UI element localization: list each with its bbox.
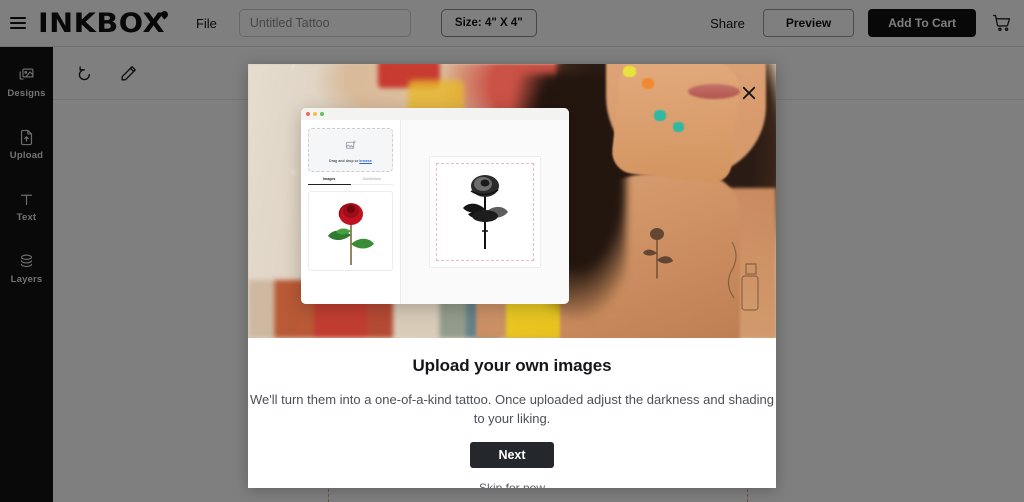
photo-fingernail bbox=[654, 110, 666, 121]
inner-window-body: Drag and drop or browse Images Guideline… bbox=[301, 120, 569, 304]
inner-dropzone: Drag and drop or browse bbox=[308, 128, 393, 172]
next-button[interactable]: Next bbox=[470, 442, 554, 468]
photo-lips bbox=[688, 84, 740, 99]
photo-fingernail bbox=[642, 78, 654, 89]
photo-arm-rose-tattoo bbox=[634, 220, 680, 282]
modal-content: Upload your own images We'll turn them i… bbox=[248, 338, 776, 488]
inner-window-titlebar bbox=[301, 108, 569, 120]
image-upload-icon bbox=[345, 138, 356, 156]
inner-thumbnail bbox=[308, 191, 393, 271]
skip-for-now-link[interactable]: Skip for now bbox=[248, 481, 776, 488]
modal-description: We'll turn them into a one-of-a-kind tat… bbox=[249, 392, 774, 426]
inner-dropzone-prefix: Drag and drop or bbox=[329, 158, 360, 163]
window-close-dot bbox=[306, 112, 310, 116]
black-and-white-rose-tattoo bbox=[463, 175, 508, 249]
window-minimize-dot bbox=[313, 112, 317, 116]
inner-dropzone-browse-link: browse bbox=[359, 158, 372, 163]
inner-app-screenshot: Drag and drop or browse Images Guideline… bbox=[301, 108, 569, 304]
modal-hero-photo: Drag and drop or browse Images Guideline… bbox=[248, 64, 776, 338]
inner-canvas-safe-area bbox=[436, 163, 534, 261]
inner-dropzone-text: Drag and drop or browse bbox=[329, 159, 372, 163]
close-x-icon[interactable] bbox=[740, 84, 758, 102]
inner-tab-images: Images bbox=[308, 177, 351, 185]
inner-canvas-box bbox=[429, 156, 541, 268]
inner-tabs: Images Guidelines bbox=[308, 177, 393, 185]
photo-fingernail bbox=[673, 122, 684, 132]
inner-tab-guidelines: Guidelines bbox=[350, 177, 393, 185]
photo-secondary-tattoo bbox=[718, 234, 770, 334]
window-maximize-dot bbox=[320, 112, 324, 116]
modal-title: Upload your own images bbox=[412, 356, 612, 375]
inner-upload-panel: Drag and drop or browse Images Guideline… bbox=[301, 120, 401, 304]
inner-canvas-panel bbox=[401, 120, 569, 304]
photo-fingernail bbox=[623, 66, 636, 77]
upload-onboarding-modal: Drag and drop or browse Images Guideline… bbox=[248, 64, 776, 488]
red-rose-photo bbox=[327, 203, 374, 265]
